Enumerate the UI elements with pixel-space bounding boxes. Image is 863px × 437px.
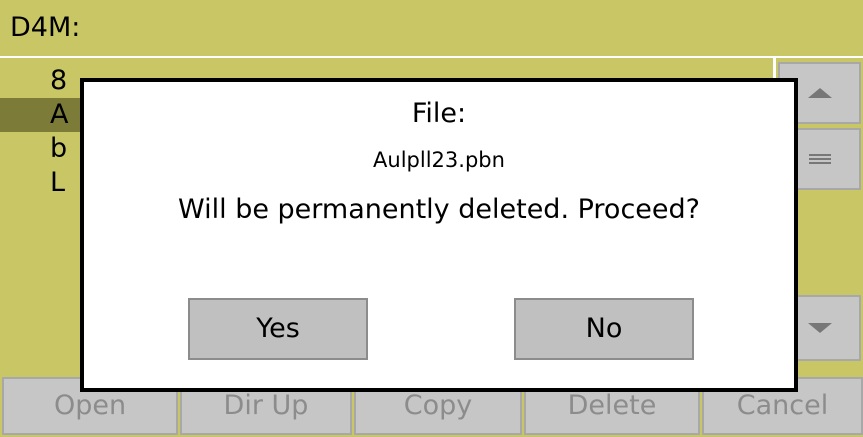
file-item[interactable]: b	[50, 132, 67, 166]
title-bar: D4M:	[0, 0, 863, 58]
chevron-down-icon	[807, 323, 832, 333]
confirm-delete-dialog: File: Aulpll23.pbn Will be permanently d…	[80, 78, 798, 392]
file-item[interactable]: 8	[50, 64, 67, 98]
no-button[interactable]: No	[514, 298, 694, 360]
dialog-message: Will be permanently deleted. Proceed?	[178, 194, 700, 225]
dialog-filename: Aulpll23.pbn	[373, 148, 505, 172]
chevron-up-icon	[807, 88, 832, 98]
dialog-title: File:	[411, 98, 467, 129]
file-item[interactable]: L	[50, 166, 65, 200]
app-screen: D4M: 8 A b L Open Dir Up Copy Delete Can…	[0, 0, 863, 437]
grip-icon	[808, 154, 831, 164]
yes-button[interactable]: Yes	[188, 298, 368, 360]
path-label: D4M:	[10, 12, 81, 43]
